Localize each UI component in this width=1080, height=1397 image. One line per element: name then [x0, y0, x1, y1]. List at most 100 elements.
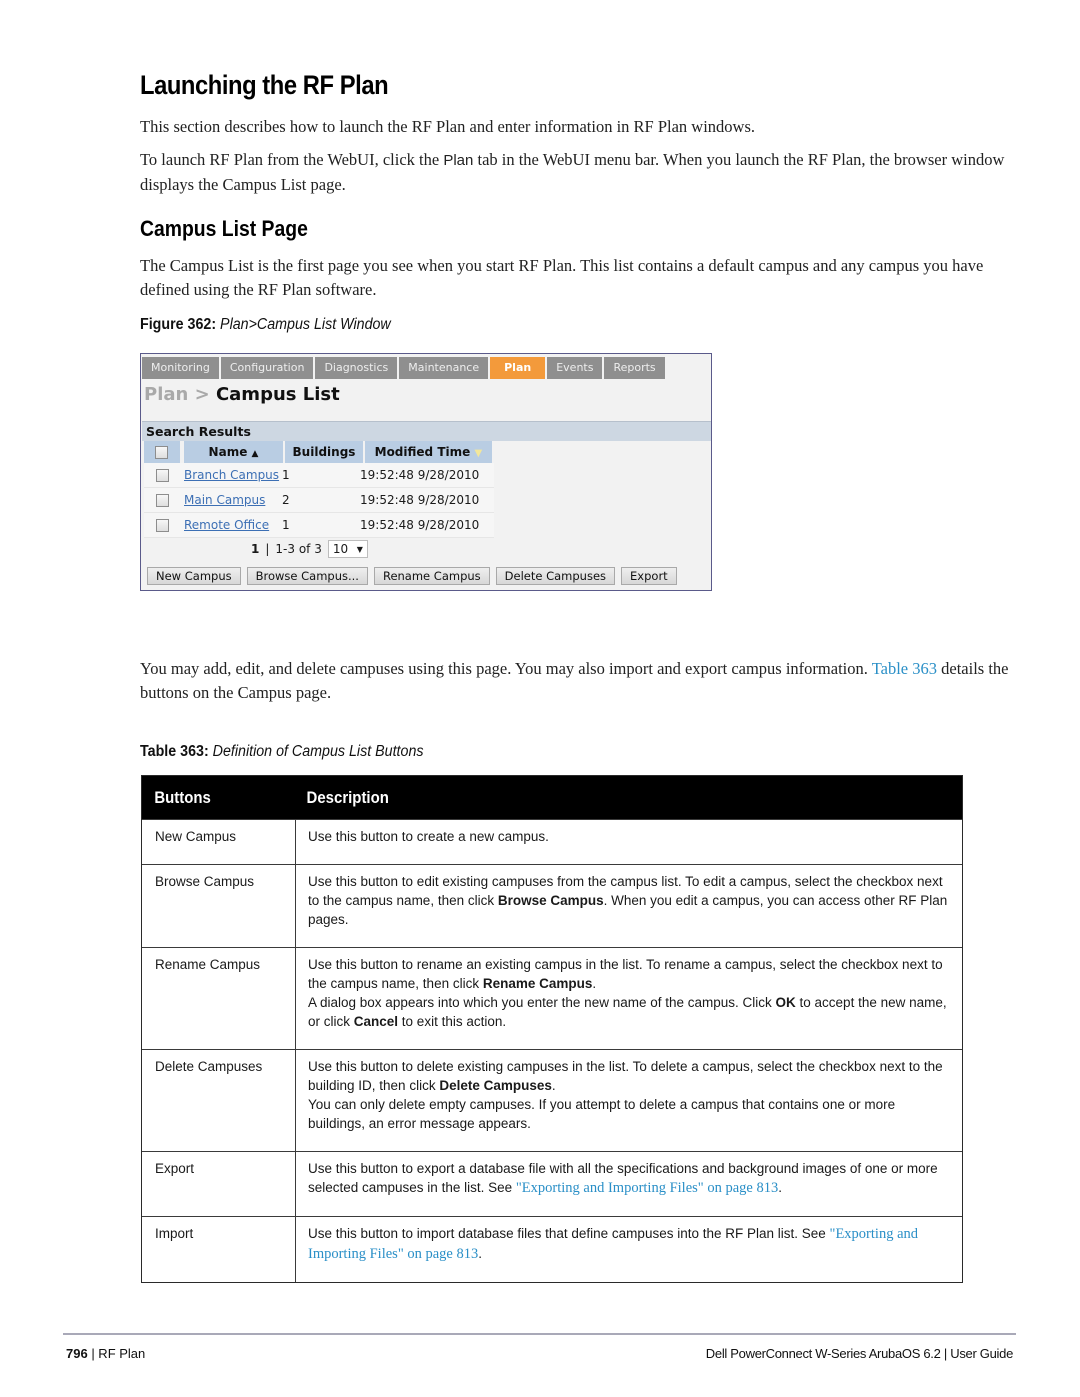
figure-caption: Figure 362: Plan>Campus List Window	[140, 316, 391, 334]
button-name-cell: Import	[142, 1217, 296, 1282]
buildings-count: 1	[282, 518, 290, 532]
search-results-header: Search Results	[142, 421, 711, 441]
plan-term: Plan	[443, 152, 474, 169]
buildings-count: 2	[282, 493, 290, 507]
table-caption: Table 363: Definition of Campus List But…	[140, 743, 424, 761]
campus-name-link[interactable]: Remote Office	[180, 518, 269, 532]
intro-paragraph-1: This section describes how to launch the…	[140, 117, 756, 136]
tab-plan[interactable]: Plan	[490, 357, 546, 379]
description-cell: Use this button to import database files…	[296, 1217, 962, 1282]
campus-name-cell: Main Campus	[180, 493, 280, 507]
tab-events[interactable]: Events	[547, 357, 603, 379]
footer-page-info: 796 | RF Plan	[66, 1346, 145, 1361]
description-text: Use this button to create a new campus.	[308, 829, 549, 844]
current-page[interactable]: 1	[251, 542, 259, 556]
column-header-buildings[interactable]: Buildings	[285, 441, 363, 463]
tab-monitoring[interactable]: Monitoring	[142, 357, 219, 379]
campus-row: Branch Campus 1 19:52:48 9/28/2010	[144, 463, 494, 488]
column-header-name[interactable]: Name ▲	[183, 441, 284, 463]
table-row: Import Use this button to import database…	[142, 1216, 962, 1282]
select-all-header	[144, 441, 180, 463]
campus-name-cell: Branch Campus	[180, 468, 280, 482]
description-text: Use this button to rename an existing ca…	[308, 957, 943, 991]
breadcrumb: Plan > Campus List	[144, 384, 340, 405]
footer-section: | RF Plan	[87, 1346, 146, 1361]
description-cell: Use this button to edit existing campuse…	[296, 865, 962, 947]
tab-diagnostics[interactable]: Diagnostics	[315, 357, 398, 379]
page-size-select[interactable]: 10 ▼	[327, 540, 368, 558]
breadcrumb-parent[interactable]: Plan >	[144, 384, 216, 405]
button-name-cell: New Campus	[142, 820, 296, 864]
row-select-cell	[144, 468, 180, 482]
sort-descending-icon: ▼	[474, 448, 483, 459]
table-row: Export Use this button to export a databa…	[142, 1151, 962, 1216]
campus-intro-paragraph: The Campus List is the first page you se…	[140, 256, 984, 299]
campus-row: Remote Office 1 19:52:48 9/28/2010	[144, 513, 494, 538]
chevron-down-icon: ▼	[356, 544, 363, 554]
ui-term: Rename Campus	[482, 976, 593, 991]
tab-maintenance[interactable]: Maintenance	[399, 357, 489, 379]
campus-name-link[interactable]: Branch Campus	[180, 468, 279, 482]
breadcrumb-current: Campus List	[215, 384, 340, 405]
section-heading: Campus List Page	[140, 216, 308, 241]
figure-title: Plan>Campus List Window	[220, 316, 391, 333]
ui-term: Browse Campus	[497, 893, 604, 908]
description-text: Use this button to delete existing campu…	[308, 1059, 943, 1093]
description-text: Use this button to import database files…	[308, 1226, 830, 1241]
header-description: Description	[306, 787, 389, 807]
pager-separator: |	[265, 542, 270, 556]
grid-body: Branch Campus 1 19:52:48 9/28/2010 Main Cam…	[144, 463, 494, 538]
row-checkbox[interactable]	[155, 493, 169, 507]
grid-header-row: Name ▲ Buildings Modified Time ▼	[144, 441, 494, 463]
description-text: .	[478, 1246, 482, 1261]
description-text: .	[778, 1180, 782, 1195]
table-363-link[interactable]: Table 363	[872, 659, 937, 678]
pagination: 1 | 1-3 of 3 10 ▼	[251, 540, 368, 558]
export-button[interactable]: Export	[621, 567, 677, 585]
button-name-cell: Browse Campus	[142, 865, 296, 947]
campus-name-link[interactable]: Main Campus	[180, 493, 265, 507]
rename-campus-button[interactable]: Rename Campus	[373, 567, 490, 585]
buildings-count: 1	[282, 468, 290, 482]
tab-reports[interactable]: Reports	[604, 357, 665, 379]
page-range: 1-3 of 3	[275, 542, 322, 556]
ui-term: OK	[775, 995, 796, 1010]
ui-term: Delete Campuses	[439, 1078, 552, 1093]
button-name-cell: Export	[142, 1152, 296, 1216]
modified-time: 19:52:48 9/28/2010	[360, 468, 480, 482]
footer-divider	[63, 1333, 1016, 1335]
action-buttons: New Campus Browse Campus... Rename Campus D…	[147, 567, 677, 585]
tab-configuration[interactable]: Configuration	[220, 357, 314, 379]
description-cell: Use this button to delete existing campu…	[296, 1050, 962, 1151]
description-cell: Use this button to rename an existing ca…	[296, 948, 962, 1049]
cross-reference-link[interactable]: "Exporting and Importing Files" on page …	[516, 1180, 778, 1196]
description-text: .	[592, 976, 597, 991]
description-text: You can only delete empty campuses. If y…	[308, 1097, 896, 1131]
new-campus-button[interactable]: New Campus	[147, 567, 241, 585]
button-name-cell: Delete Campuses	[142, 1050, 296, 1151]
select-all-checkbox[interactable]	[155, 445, 169, 459]
table-row: New Campus Use this button to create a ne…	[142, 819, 962, 864]
column-header-modified-time[interactable]: Modified Time ▼	[364, 441, 493, 463]
modified-time: 19:52:48 9/28/2010	[360, 493, 480, 507]
description-cell: Use this button to export a database fil…	[296, 1152, 962, 1216]
campus-row: Main Campus 2 19:52:48 9/28/2010	[144, 488, 494, 513]
row-select-cell	[144, 518, 180, 532]
ui-term: Cancel	[353, 1014, 399, 1029]
figure-label: Figure 362:	[140, 316, 217, 333]
table-row: Rename Campus Use this button to rename a…	[142, 947, 962, 1049]
header-buttons: Buttons	[154, 787, 211, 807]
modified-time: 19:52:48 9/28/2010	[360, 518, 480, 532]
delete-campuses-button[interactable]: Delete Campuses	[495, 567, 616, 585]
description-cell: Use this button to create a new campus.	[296, 820, 962, 864]
campus-list-figure: Monitoring Configuration Diagnostics Mainte…	[140, 353, 712, 591]
row-checkbox[interactable]	[155, 518, 169, 532]
table-title: Definition of Campus List Buttons	[212, 743, 424, 760]
table-row: Delete Campuses Use this button to delete…	[142, 1049, 962, 1151]
row-checkbox[interactable]	[155, 468, 169, 482]
table-body: New Campus Use this button to create a ne…	[142, 819, 962, 1282]
description-text: .	[551, 1078, 556, 1093]
page-heading: Launching the RF Plan	[140, 70, 389, 100]
page-number: 796	[66, 1346, 88, 1361]
browse-campus-button[interactable]: Browse Campus...	[246, 567, 368, 585]
